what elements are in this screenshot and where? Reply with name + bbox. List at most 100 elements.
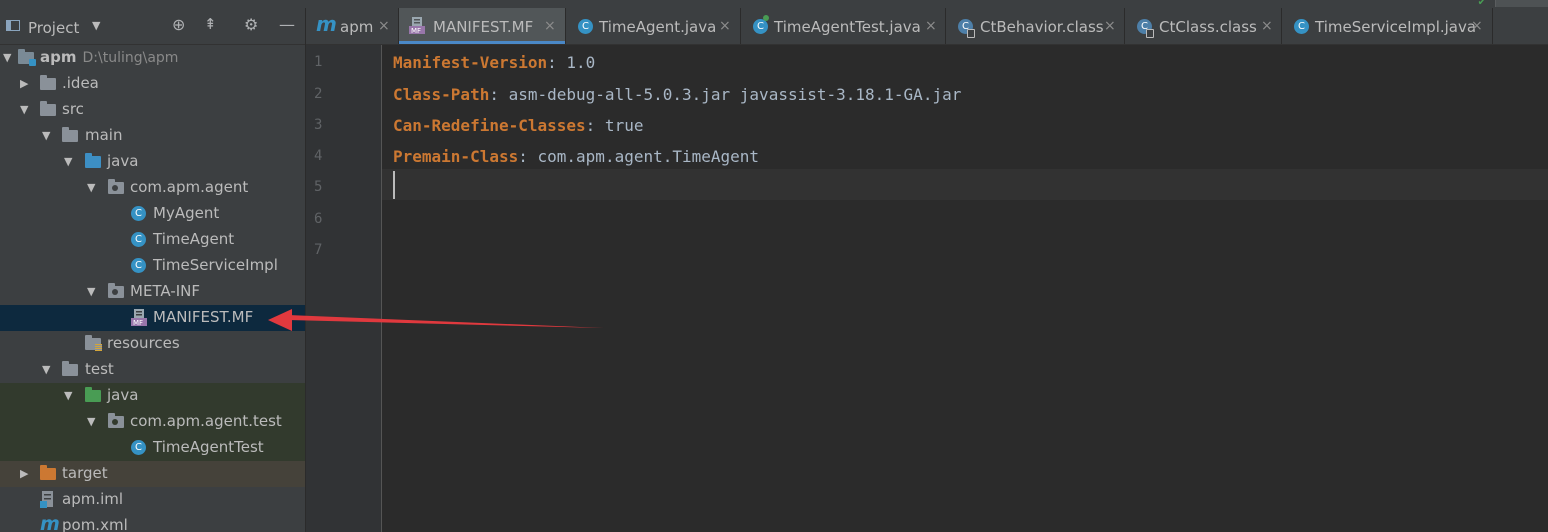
close-icon[interactable]: × xyxy=(1471,18,1483,34)
collapse-all-icon[interactable]: ⇞ xyxy=(204,15,217,33)
code-editor[interactable]: Manifest-Version: 1.0 Class-Path: asm-de… xyxy=(382,45,1548,532)
expanded-arrow-icon[interactable]: ▼ xyxy=(87,181,95,194)
tree-item-label: src xyxy=(62,100,84,118)
code-line[interactable]: Can-Redefine-Classes: true xyxy=(393,116,643,135)
expanded-arrow-icon[interactable]: ▼ xyxy=(3,51,11,64)
close-icon[interactable]: × xyxy=(378,18,390,34)
tab-label: apm xyxy=(340,18,374,36)
tree-item-label: apm xyxy=(40,48,77,66)
expanded-arrow-icon[interactable]: ▼ xyxy=(64,155,72,168)
collapsed-arrow-icon[interactable]: ▶ xyxy=(20,467,28,480)
tree-item-src[interactable]: ▼ src xyxy=(0,97,305,123)
test-class-icon: C xyxy=(131,440,146,455)
manifest-value: com.apm.agent.TimeAgent xyxy=(527,147,760,166)
close-icon[interactable]: × xyxy=(719,18,731,34)
expanded-arrow-icon[interactable]: ▼ xyxy=(87,285,95,298)
tab-timeagent-java[interactable]: C TimeAgent.java × xyxy=(566,8,741,44)
tree-item-main-java[interactable]: ▼ java xyxy=(0,149,305,175)
lock-icon xyxy=(1146,29,1154,38)
tree-item-label: META-INF xyxy=(130,282,201,300)
tree-item-test[interactable]: ▼ test xyxy=(0,357,305,383)
tree-item-label: main xyxy=(85,126,123,144)
close-icon[interactable]: × xyxy=(544,18,556,34)
close-icon[interactable]: × xyxy=(1104,18,1116,34)
tree-item-label: MANIFEST.MF xyxy=(153,308,254,326)
tab-label: CtClass.class xyxy=(1159,18,1257,36)
tree-item-pkg-test[interactable]: ▼ com.apm.agent.test xyxy=(0,409,305,435)
tree-item-pom[interactable]: m pom.xml xyxy=(0,513,305,532)
resources-folder-icon xyxy=(85,335,102,351)
tree-item-manifest[interactable]: MF MANIFEST.MF xyxy=(0,305,305,331)
gear-icon[interactable]: ⚙ xyxy=(244,15,258,34)
package-icon xyxy=(108,283,124,298)
tab-timeserviceimpl-java[interactable]: C TimeServiceImpl.java × xyxy=(1282,8,1493,44)
line-number: 1 xyxy=(314,54,323,70)
tree-item-label: java xyxy=(107,152,139,170)
current-line-highlight xyxy=(382,169,1548,200)
code-line[interactable]: Class-Path: asm-debug-all-5.0.3.jar java… xyxy=(393,85,961,104)
lock-icon xyxy=(967,29,975,38)
tree-item-main[interactable]: ▼ main xyxy=(0,123,305,149)
tree-item-apm-iml[interactable]: apm.iml xyxy=(0,487,305,513)
locate-target-icon[interactable]: ⊕ xyxy=(172,15,185,34)
excluded-folder-icon xyxy=(40,465,56,480)
expanded-arrow-icon[interactable]: ▼ xyxy=(87,415,95,428)
project-panel-title[interactable]: Project xyxy=(28,19,79,37)
tab-ctclass-class[interactable]: C CtClass.class × xyxy=(1125,8,1282,44)
tree-item-label: java xyxy=(107,386,139,404)
tab-ctbehavior-class[interactable]: C CtBehavior.class × xyxy=(946,8,1125,44)
separator: : xyxy=(489,85,499,104)
code-line[interactable]: Premain-Class: com.apm.agent.TimeAgent xyxy=(393,147,759,166)
close-icon[interactable]: × xyxy=(1261,18,1273,34)
expanded-arrow-icon[interactable]: ▼ xyxy=(20,103,28,116)
test-marker-icon xyxy=(763,15,769,21)
tab-timeagenttest-java[interactable]: C TimeAgentTest.java × xyxy=(741,8,946,44)
svg-text:MF: MF xyxy=(133,319,143,327)
separator: : xyxy=(547,53,557,72)
expanded-arrow-icon[interactable]: ▼ xyxy=(64,389,72,402)
tree-item-timeserviceimpl[interactable]: C TimeServiceImpl xyxy=(0,253,305,279)
manifest-file-icon: MF xyxy=(409,17,425,35)
tree-item-label: TimeAgent xyxy=(153,230,235,248)
view-dropdown-icon[interactable]: ▼ xyxy=(92,19,100,32)
tree-item-label: .idea xyxy=(62,74,99,92)
hide-panel-icon[interactable]: — xyxy=(279,15,295,34)
tree-item-meta-inf[interactable]: ▼ META-INF xyxy=(0,279,305,305)
tree-item-resources[interactable]: resources xyxy=(0,331,305,357)
manifest-value: 1.0 xyxy=(556,53,596,72)
tree-item-label: TimeAgentTest xyxy=(153,438,264,456)
tree-item-idea[interactable]: ▶ .idea xyxy=(0,71,305,97)
tab-label: CtBehavior.class xyxy=(980,18,1104,36)
tab-apm[interactable]: m apm × xyxy=(306,8,399,44)
editor-tabs: m apm × MF MANIFEST.MF × C TimeAgent.jav… xyxy=(306,8,1548,45)
collapsed-arrow-icon[interactable]: ▶ xyxy=(20,77,28,90)
test-class-icon: C xyxy=(753,19,768,34)
tree-item-target[interactable]: ▶ target xyxy=(0,461,305,487)
project-view-icon xyxy=(6,20,20,31)
close-icon[interactable]: × xyxy=(925,18,937,34)
manifest-value: true xyxy=(595,116,644,135)
tree-item-root[interactable]: ▼ apm D:\tuling\apm xyxy=(0,45,305,71)
tree-item-timeagent[interactable]: C TimeAgent xyxy=(0,227,305,253)
project-panel: Project ▼ ⊕ ⇞ ⚙ — ▼ apm D:\tuling\apm ▶ .… xyxy=(0,8,305,532)
tab-label: MANIFEST.MF xyxy=(433,18,534,36)
manifest-key: Can-Redefine-Classes xyxy=(393,116,586,135)
line-number: 3 xyxy=(314,117,323,133)
tree-item-label: pom.xml xyxy=(62,516,128,532)
tab-manifest[interactable]: MF MANIFEST.MF × xyxy=(399,8,566,44)
iml-file-icon xyxy=(40,491,53,508)
manifest-key: Class-Path xyxy=(393,85,490,104)
tree-item-myagent[interactable]: C MyAgent xyxy=(0,201,305,227)
class-icon: C xyxy=(1294,19,1309,34)
tree-item-pkg-agent[interactable]: ▼ com.apm.agent xyxy=(0,175,305,201)
svg-text:MF: MF xyxy=(411,27,421,35)
tree-item-timeagenttest[interactable]: C TimeAgentTest xyxy=(0,435,305,461)
tree-item-test-java[interactable]: ▼ java xyxy=(0,383,305,409)
expanded-arrow-icon[interactable]: ▼ xyxy=(42,363,50,376)
line-number: 2 xyxy=(314,86,323,102)
expanded-arrow-icon[interactable]: ▼ xyxy=(42,129,50,142)
test-folder-icon xyxy=(85,387,101,402)
code-line[interactable]: Manifest-Version: 1.0 xyxy=(393,53,595,72)
line-number-gutter: 1 2 3 4 5 6 7 xyxy=(306,45,382,532)
maven-m-icon: m xyxy=(316,12,337,36)
